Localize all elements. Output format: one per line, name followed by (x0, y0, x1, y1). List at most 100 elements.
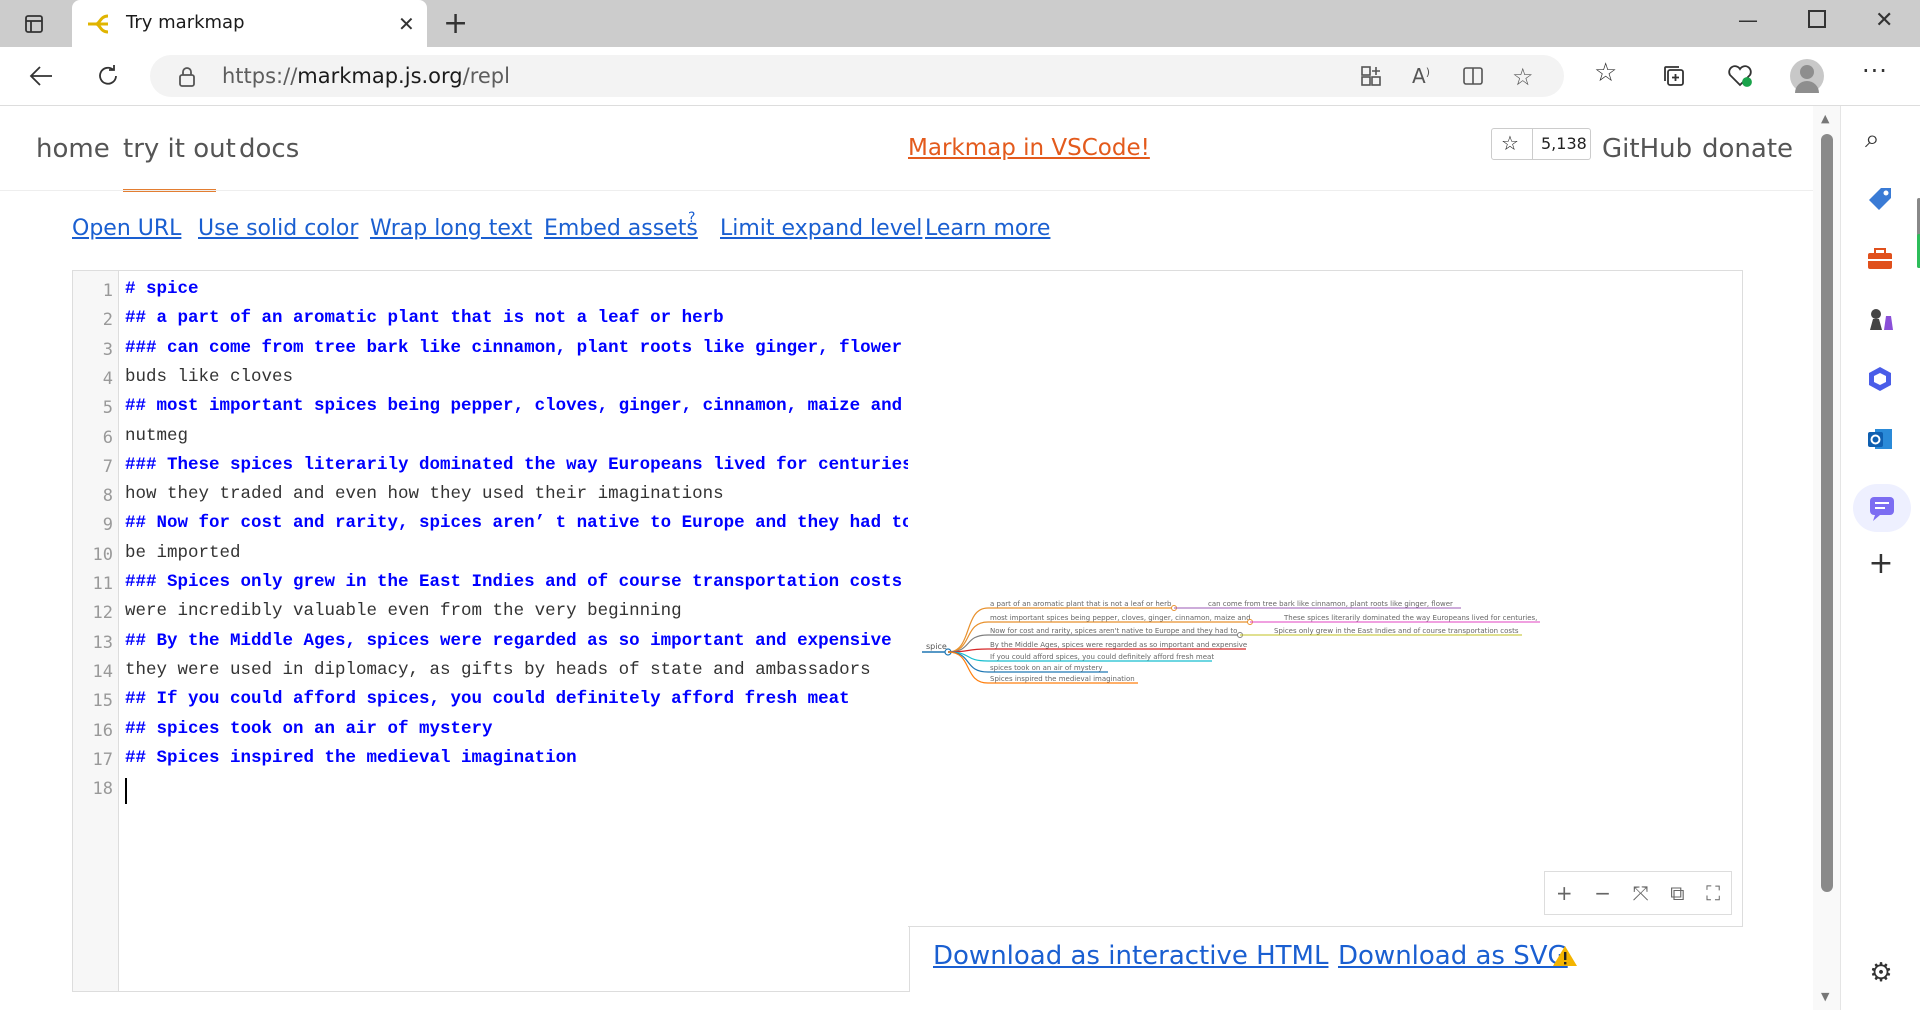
line-number: 7 (102, 456, 113, 477)
minimize-icon[interactable]: — (1738, 8, 1758, 32)
zoom-in-icon[interactable]: + (1556, 881, 1573, 905)
back-icon[interactable] (22, 56, 62, 96)
page-scrollbar[interactable]: ▲ ▼ (1813, 106, 1840, 1010)
search-icon[interactable]: ⌕ (1865, 124, 1897, 156)
scroll-up-icon[interactable]: ▲ (1821, 112, 1829, 125)
code-line-heading[interactable]: ## a part of an aromatic plant that is n… (125, 308, 724, 328)
browser-essentials-icon[interactable] (1720, 56, 1760, 96)
outlook-icon[interactable] (1865, 424, 1897, 456)
mindmap-canvas[interactable]: spice a part of an aromatic plant that is… (908, 271, 1742, 926)
microsoft-365-icon[interactable] (1865, 364, 1897, 396)
code-line-text[interactable]: buds like cloves (125, 367, 293, 387)
collections-icon[interactable] (1654, 56, 1694, 96)
avatar-body (1795, 81, 1819, 93)
nav-docs[interactable]: docs (239, 134, 299, 164)
tools-briefcase-icon[interactable] (1865, 244, 1897, 276)
lock-icon[interactable] (178, 66, 195, 87)
code-line-heading[interactable]: ### can come from tree bark like cinnamo… (125, 338, 902, 358)
code-line-text[interactable]: how they traded and even how they used t… (125, 484, 724, 504)
tab-title: Try markmap (126, 12, 245, 33)
profile-avatar[interactable] (1790, 59, 1824, 93)
games-chess-icon[interactable] (1865, 304, 1897, 336)
nav-try-it-out[interactable]: try it out (123, 134, 236, 164)
star-icon: ☆ (1501, 131, 1519, 155)
download-svg-link[interactable]: Download as SVG (1338, 941, 1568, 971)
tab-actions-icon[interactable] (14, 4, 54, 44)
sidebar-settings-icon[interactable]: ⚙ (1865, 958, 1897, 990)
line-number: 15 (92, 691, 113, 712)
code-line-heading[interactable]: ### Spices only grew in the East Indies … (125, 572, 902, 592)
line-number: 2 (102, 310, 113, 331)
star-count: 5,138 (1532, 129, 1595, 159)
browser-tab-bar: Try markmap ✕ + — ✕ (0, 0, 1920, 47)
learn-more-link[interactable]: Learn more (925, 216, 1050, 241)
code-line-heading[interactable]: ## By the Middle Ages, spices were regar… (125, 631, 892, 651)
download-html-link[interactable]: Download as interactive HTML (933, 941, 1328, 971)
refresh-icon[interactable] (88, 56, 128, 96)
github-link[interactable]: GitHub (1602, 134, 1692, 164)
mindmap-child-label: Spices only grew in the East Indies and … (1274, 627, 1519, 635)
new-tab-icon[interactable]: + (443, 6, 468, 41)
read-aloud-icon[interactable]: A) (1412, 64, 1430, 88)
code-line-text[interactable]: were incredibly valuable even from the v… (125, 601, 682, 621)
line-number: 3 (102, 339, 113, 360)
markmap-favicon-icon (86, 11, 112, 37)
line-number: 16 (92, 720, 113, 741)
add-favorite-icon[interactable]: ☆ (1512, 63, 1534, 91)
line-number: 8 (102, 486, 113, 507)
warning-icon[interactable] (1552, 944, 1578, 968)
vscode-promo-link[interactable]: Markmap in VSCode! (908, 135, 1150, 161)
code-line-heading[interactable]: ## most important spices being pepper, c… (125, 396, 902, 416)
donate-link[interactable]: donate (1702, 134, 1793, 164)
fit-view-icon[interactable]: ⤧ (1633, 881, 1649, 905)
github-star-button[interactable]: ☆ 5,138 (1491, 128, 1591, 160)
more-options-icon[interactable]: ··· (1862, 57, 1888, 85)
code-line-heading[interactable]: ## Spices inspired the medieval imaginat… (125, 748, 577, 768)
scrollbar-thumb[interactable] (1821, 134, 1833, 892)
favorites-icon[interactable]: ☆ (1594, 58, 1617, 88)
edge-sidebar: ⌕ + ⚙ (1840, 106, 1920, 1010)
code-line-text[interactable]: nutmeg (125, 426, 188, 446)
app-available-icon[interactable] (1360, 65, 1382, 87)
line-number: 9 (102, 515, 113, 536)
url-text[interactable]: https://markmap.js.org/repl (222, 64, 510, 88)
embed-assets-link[interactable]: Embed assets (544, 216, 698, 241)
split-screen-icon[interactable] (1462, 65, 1484, 87)
copilot-chat-icon[interactable] (1853, 484, 1911, 532)
open-url-link[interactable]: Open URL (72, 216, 181, 241)
code-line-text[interactable]: they were used in diplomacy, as gifts by… (125, 660, 871, 680)
close-tab-icon[interactable]: ✕ (398, 12, 415, 36)
mindmap-preview[interactable]: spice a part of an aromatic plant that is… (908, 270, 1743, 927)
scroll-down-icon[interactable]: ▼ (1821, 990, 1829, 1003)
line-number: 13 (92, 632, 113, 653)
mindmap-branch-label: Now for cost and rarity, spices aren't n… (990, 627, 1237, 635)
wrap-long-text-link[interactable]: Wrap long text (370, 216, 532, 241)
code-line-heading[interactable]: ## If you could afford spices, you could… (125, 689, 850, 709)
nav-home[interactable]: home (36, 134, 110, 164)
markdown-editor[interactable]: 1 2 3 4 5 6 7 8 9 10 11 12 13 14 15 16 17 18 # spice ## a … (72, 270, 923, 992)
limit-expand-level-link[interactable]: Limit expand level (720, 216, 922, 241)
markmap-page: home try it out docs Markmap in VSCode! … (0, 106, 1813, 1010)
address-bar[interactable]: https://markmap.js.org/repl A) ☆ (150, 55, 1564, 97)
close-window-icon[interactable]: ✕ (1875, 8, 1893, 33)
code-line-heading[interactable]: # spice (125, 279, 199, 299)
zoom-out-icon[interactable]: − (1594, 881, 1611, 905)
embed-assets-help[interactable]: ? (688, 210, 695, 226)
shopping-tag-icon[interactable] (1865, 184, 1897, 216)
avatar-head (1800, 65, 1814, 79)
code-line-heading[interactable]: ## spices took on an air of mystery (125, 719, 493, 739)
mindmap-branch-edge (947, 648, 1246, 653)
zoom-toolbar: + − ⤧ ⧉ ⛶ (1544, 871, 1732, 915)
nav-divider (0, 190, 1813, 191)
restore-icon[interactable] (1808, 10, 1826, 28)
active-tab[interactable]: Try markmap ✕ (72, 0, 427, 47)
fullscreen-icon[interactable]: ⛶ (1706, 881, 1720, 905)
code-line-text[interactable]: be imported (125, 543, 241, 563)
code-line-heading[interactable]: ## Now for cost and rarity, spices aren’… (125, 513, 913, 533)
mindmap-root-label: spice (926, 642, 947, 651)
code-line-heading[interactable]: ### These spices literarily dominated th… (125, 455, 923, 475)
mindmap-child-label: These spices literarily dominated the wa… (1283, 614, 1537, 622)
reset-view-icon[interactable]: ⧉ (1670, 881, 1684, 905)
use-solid-color-link[interactable]: Use solid color (198, 216, 358, 241)
add-sidebar-app-icon[interactable]: + (1865, 546, 1897, 581)
